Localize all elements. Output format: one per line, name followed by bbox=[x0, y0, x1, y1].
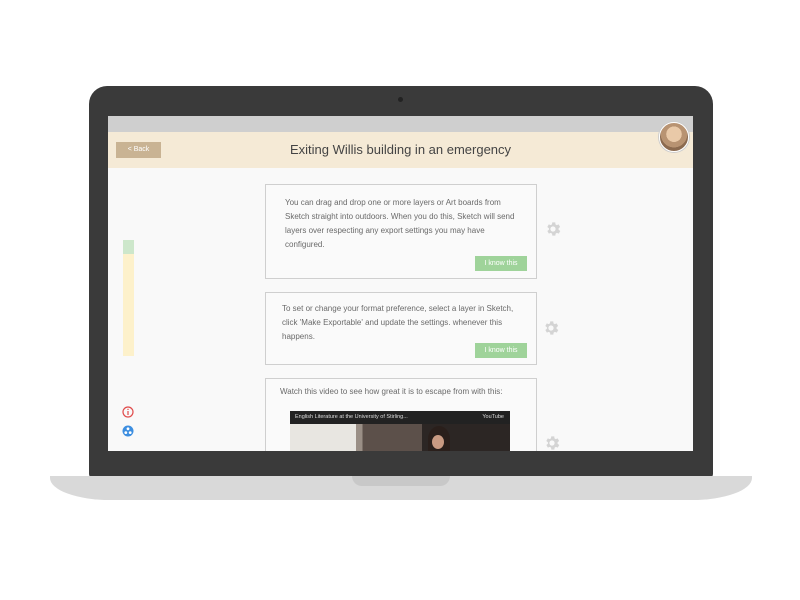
gear-icon[interactable] bbox=[544, 220, 562, 238]
info-icon[interactable] bbox=[122, 406, 134, 418]
video-frame bbox=[290, 424, 510, 451]
card-text: You can drag and drop one or more layers… bbox=[285, 198, 515, 249]
browser-top-bar bbox=[108, 116, 693, 132]
tip-card: To set or change your format preference,… bbox=[265, 292, 537, 365]
gear-icon[interactable] bbox=[543, 434, 561, 451]
i-know-this-button[interactable]: I know this bbox=[475, 256, 527, 271]
card-text: Watch this video to see how great it is … bbox=[280, 387, 503, 396]
video-title: English Literature at the University of … bbox=[295, 414, 408, 420]
card-text: To set or change your format preference,… bbox=[282, 304, 514, 341]
back-button[interactable]: < Back bbox=[116, 142, 161, 158]
share-icon[interactable] bbox=[122, 425, 134, 437]
page-title: Exiting Willis building in an emergency bbox=[289, 142, 512, 157]
header-bar: Exiting Willis building in an emergency … bbox=[108, 132, 693, 168]
progress-bar bbox=[123, 240, 134, 356]
gear-icon[interactable] bbox=[542, 319, 560, 337]
video-face bbox=[432, 435, 444, 449]
camera-dot bbox=[398, 97, 403, 102]
video-card: Watch this video to see how great it is … bbox=[265, 378, 537, 451]
progress-fill bbox=[123, 240, 134, 254]
i-know-this-button[interactable]: I know this bbox=[475, 343, 527, 358]
app-screen: Exiting Willis building in an emergency … bbox=[108, 116, 693, 451]
avatar[interactable] bbox=[659, 122, 689, 152]
video-source: YouTube bbox=[482, 414, 504, 420]
laptop-notch bbox=[352, 476, 450, 486]
tip-card: You can drag and drop one or more layers… bbox=[265, 184, 537, 279]
video-player[interactable]: English Literature at the University of … bbox=[290, 411, 510, 451]
video-title-bar: English Literature at the University of … bbox=[290, 411, 510, 424]
